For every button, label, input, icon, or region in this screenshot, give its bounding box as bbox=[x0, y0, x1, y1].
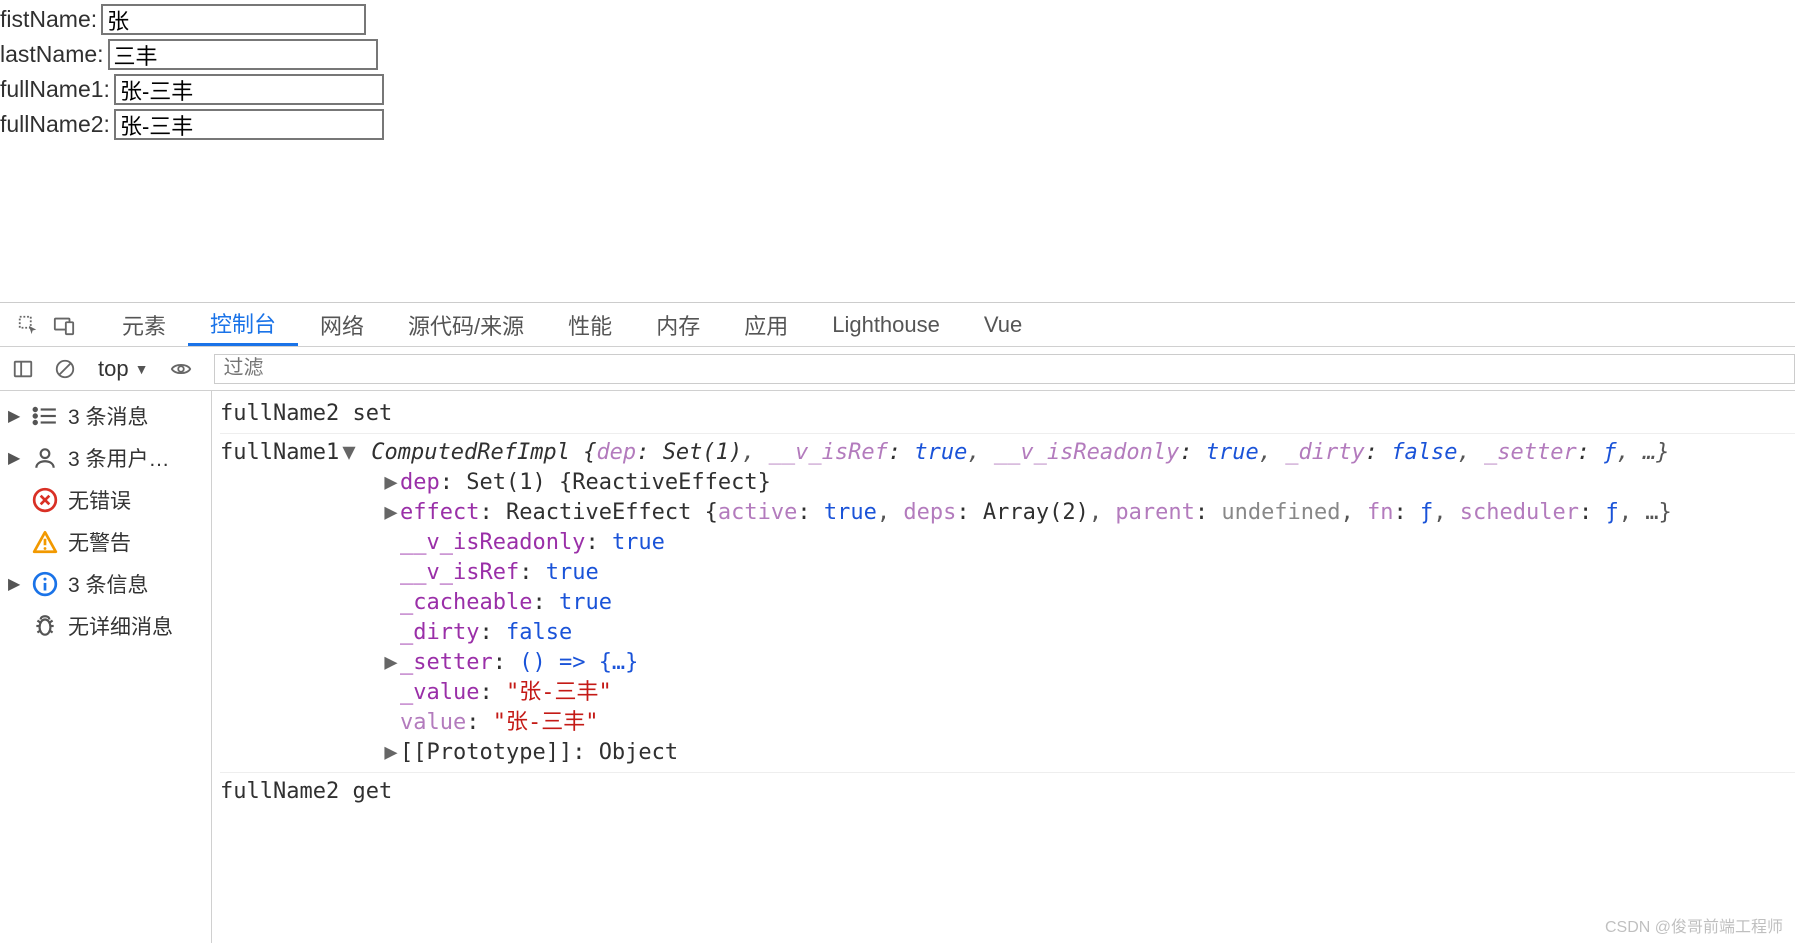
sidebar-item-label: 无警告 bbox=[68, 527, 131, 557]
tab-lighthouse[interactable]: Lighthouse bbox=[810, 303, 962, 346]
fullname1-label: fullName1: bbox=[0, 76, 110, 103]
context-selector[interactable]: top ▼ bbox=[92, 356, 154, 382]
devtools-panel: 元素 控制台 网络 源代码/来源 性能 内存 应用 Lighthouse Vue… bbox=[0, 302, 1795, 943]
devtools-tabs: 元素 控制台 网络 源代码/来源 性能 内存 应用 Lighthouse Vue bbox=[0, 303, 1795, 347]
object-property-row[interactable]: ▶[[Prototype]]: Object bbox=[364, 738, 1795, 768]
tab-elements[interactable]: 元素 bbox=[100, 303, 188, 346]
console-log-text: fullName2 get bbox=[220, 777, 392, 807]
firstname-row: fistName: bbox=[0, 2, 1795, 37]
console-sidebar: ▶ 3 条消息 ▶ 3 条用户… 无错误 bbox=[0, 391, 212, 943]
tab-memory[interactable]: 内存 bbox=[634, 303, 722, 346]
warning-icon bbox=[32, 529, 58, 555]
tab-console[interactable]: 控制台 bbox=[188, 303, 298, 346]
watermark: CSDN @俊哥前端工程师 bbox=[1605, 913, 1783, 937]
object-property-row[interactable]: _value: "张-三丰" bbox=[364, 678, 1795, 708]
expand-icon: ▶ bbox=[8, 574, 22, 594]
console-body: ▶ 3 条消息 ▶ 3 条用户… 无错误 bbox=[0, 391, 1795, 943]
object-property-row[interactable]: ▶dep: Set(1) {ReactiveEffect} bbox=[364, 468, 1795, 498]
object-property-row[interactable]: __v_isReadonly: true bbox=[364, 528, 1795, 558]
page-form: fistName: lastName: fullName1: fullName2… bbox=[0, 0, 1795, 144]
sidebar-item-label: 3 条用户… bbox=[68, 443, 170, 473]
sidebar-item-warnings[interactable]: 无警告 bbox=[0, 521, 211, 563]
object-property-row[interactable]: ▶effect: ReactiveEffect {active: true, d… bbox=[364, 498, 1795, 528]
sidebar-item-user-messages[interactable]: ▶ 3 条用户… bbox=[0, 437, 211, 479]
object-header[interactable]: ▼ ComputedRefImpl {dep: Set(1), __v_isRe… bbox=[342, 438, 1795, 468]
sidebar-item-verbose[interactable]: 无详细消息 bbox=[0, 605, 211, 647]
console-filter-input[interactable] bbox=[214, 354, 1795, 384]
user-icon bbox=[32, 445, 58, 471]
sidebar-item-label: 3 条消息 bbox=[68, 401, 149, 431]
disclosure-icon[interactable]: ▶ bbox=[384, 498, 398, 528]
sidebar-item-label: 3 条信息 bbox=[68, 569, 149, 599]
disclosure-icon[interactable]: ▶ bbox=[384, 468, 398, 498]
tab-application[interactable]: 应用 bbox=[722, 303, 810, 346]
disclosure-icon[interactable]: ▶ bbox=[384, 648, 398, 678]
lastname-label: lastName: bbox=[0, 41, 104, 68]
error-icon bbox=[32, 487, 58, 513]
bug-icon bbox=[32, 613, 58, 639]
expand-icon: ▶ bbox=[8, 406, 22, 426]
sidebar-item-label: 无详细消息 bbox=[68, 611, 173, 641]
tab-performance[interactable]: 性能 bbox=[546, 303, 634, 346]
clear-console-icon[interactable] bbox=[50, 354, 80, 384]
inspect-element-icon[interactable] bbox=[10, 314, 46, 336]
live-expression-icon[interactable] bbox=[166, 354, 196, 384]
tab-network[interactable]: 网络 bbox=[298, 303, 386, 346]
chevron-down-icon: ▼ bbox=[135, 361, 149, 377]
fullname1-input[interactable] bbox=[114, 74, 384, 105]
object-property-row[interactable]: ▶_setter: () => {…} bbox=[364, 648, 1795, 678]
object-property-row[interactable]: __v_isRef: true bbox=[364, 558, 1795, 588]
fullname1-row: fullName1: bbox=[0, 72, 1795, 107]
toggle-sidebar-icon[interactable] bbox=[8, 354, 38, 384]
fullname2-row: fullName2: bbox=[0, 107, 1795, 142]
lastname-input[interactable] bbox=[108, 39, 378, 70]
expand-icon: ▶ bbox=[8, 448, 22, 468]
console-message: fullName1 ▼ ComputedRefImpl {dep: Set(1)… bbox=[220, 434, 1795, 773]
console-object[interactable]: ▼ ComputedRefImpl {dep: Set(1), __v_isRe… bbox=[342, 438, 1795, 768]
sidebar-item-errors[interactable]: 无错误 bbox=[0, 479, 211, 521]
object-property-row[interactable]: value: "张-三丰" bbox=[364, 708, 1795, 738]
firstname-input[interactable] bbox=[101, 4, 366, 35]
object-class: ComputedRefImpl bbox=[371, 440, 570, 465]
sidebar-item-label: 无错误 bbox=[68, 485, 131, 515]
object-property-row[interactable]: _cacheable: true bbox=[364, 588, 1795, 618]
sidebar-item-messages[interactable]: ▶ 3 条消息 bbox=[0, 395, 211, 437]
info-icon bbox=[32, 571, 58, 597]
context-label: top bbox=[98, 356, 129, 382]
firstname-label: fistName: bbox=[0, 6, 97, 33]
sidebar-item-info[interactable]: ▶ 3 条信息 bbox=[0, 563, 211, 605]
list-icon bbox=[32, 403, 58, 429]
disclosure-icon[interactable]: ▼ bbox=[342, 438, 356, 468]
fullname2-label: fullName2: bbox=[0, 111, 110, 138]
lastname-row: lastName: bbox=[0, 37, 1795, 72]
disclosure-icon[interactable]: ▶ bbox=[384, 738, 398, 768]
object-property-row[interactable]: _dirty: false bbox=[364, 618, 1795, 648]
device-toolbar-icon[interactable] bbox=[46, 314, 82, 336]
console-message: fullName2 get bbox=[220, 773, 1795, 811]
console-log-text: fullName2 set bbox=[220, 399, 342, 429]
console-message: fullName2 set bbox=[220, 395, 1795, 434]
tab-sources[interactable]: 源代码/来源 bbox=[386, 303, 546, 346]
console-output[interactable]: fullName2 set fullName1 ▼ ComputedRefImp… bbox=[212, 391, 1795, 943]
fullname2-input[interactable] bbox=[114, 109, 384, 140]
console-toolbar: top ▼ bbox=[0, 347, 1795, 391]
console-log-text: fullName1 bbox=[220, 438, 342, 468]
object-body: ▶dep: Set(1) {ReactiveEffect} ▶effect: R… bbox=[342, 468, 1795, 768]
tab-vue[interactable]: Vue bbox=[962, 303, 1044, 346]
